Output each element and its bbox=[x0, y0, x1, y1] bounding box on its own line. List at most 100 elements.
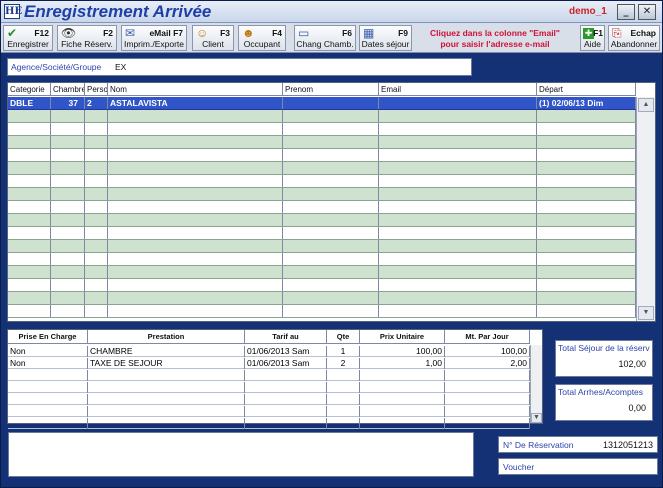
cell-tarif[interactable]: 01/06/2013 Sam bbox=[245, 346, 327, 357]
grid-cell[interactable] bbox=[379, 123, 537, 135]
table-row[interactable] bbox=[8, 123, 636, 136]
prestation-cell[interactable] bbox=[327, 406, 360, 417]
grid-cell[interactable] bbox=[85, 149, 108, 161]
prestation-cell[interactable] bbox=[327, 370, 360, 381]
agency-field[interactable]: Agence/Société/Groupe EX bbox=[7, 58, 472, 76]
grid-cell[interactable] bbox=[108, 162, 283, 174]
prestation-cell[interactable] bbox=[445, 418, 530, 429]
cell-prenom[interactable] bbox=[283, 97, 379, 109]
grid-cell[interactable] bbox=[8, 305, 51, 317]
cell-mt[interactable]: 100,00 bbox=[445, 346, 530, 357]
table-row[interactable] bbox=[8, 240, 636, 253]
chang-chamb-button[interactable]: ▭ F6 Chang Chamb. bbox=[294, 25, 356, 51]
prestation-cell[interactable] bbox=[445, 406, 530, 417]
abandonner-button[interactable]: ⎘ Echap Abandonner bbox=[608, 25, 660, 51]
grid-cell[interactable] bbox=[85, 240, 108, 252]
prestation-cell[interactable] bbox=[88, 394, 245, 405]
cell-prise[interactable]: Non bbox=[8, 346, 88, 357]
cell-prestation[interactable]: CHAMBRE bbox=[88, 346, 245, 357]
grid-cell[interactable] bbox=[8, 149, 51, 161]
prestation-cell[interactable] bbox=[360, 394, 445, 405]
grid-cell[interactable] bbox=[537, 266, 636, 278]
agency-value[interactable]: EX bbox=[115, 62, 126, 72]
prestation-row[interactable]: Non CHAMBRE 01/06/2013 Sam 1 100,00 100,… bbox=[8, 346, 530, 357]
grid-cell[interactable] bbox=[8, 110, 51, 122]
grid-cell[interactable] bbox=[85, 253, 108, 265]
grid-cell[interactable] bbox=[537, 305, 636, 317]
table-row[interactable]: DBLE 37 2 ASTALAVISTA (1) 02/06/13 Dim bbox=[8, 97, 636, 110]
table-row[interactable] bbox=[8, 292, 636, 305]
column-header-depart[interactable]: Départ bbox=[537, 83, 636, 96]
grid-cell[interactable] bbox=[537, 201, 636, 213]
grid-cell[interactable] bbox=[537, 240, 636, 252]
prestation-cell[interactable] bbox=[88, 418, 245, 429]
grid-cell[interactable] bbox=[51, 110, 85, 122]
prestations-scrollbar[interactable]: ▼ bbox=[530, 345, 542, 423]
grid-cell[interactable] bbox=[51, 253, 85, 265]
notes-textarea[interactable] bbox=[8, 432, 474, 477]
cell-nom[interactable]: ASTALAVISTA bbox=[108, 97, 283, 109]
prestation-row[interactable] bbox=[8, 418, 530, 429]
grid-scrollbar[interactable]: ▲ ▼ bbox=[636, 97, 655, 321]
grid-cell[interactable] bbox=[8, 240, 51, 252]
column-header-prenom[interactable]: Prenom bbox=[283, 83, 379, 96]
grid-cell[interactable] bbox=[108, 227, 283, 239]
cell-categorie[interactable]: DBLE bbox=[8, 97, 51, 109]
grid-cell[interactable] bbox=[8, 214, 51, 226]
prestation-cell[interactable] bbox=[245, 394, 327, 405]
minimize-button[interactable]: _ bbox=[617, 4, 635, 20]
prestation-cell[interactable] bbox=[360, 382, 445, 393]
cell-email[interactable] bbox=[379, 97, 537, 109]
grid-cell[interactable] bbox=[379, 279, 537, 291]
cell-prise[interactable]: Non bbox=[8, 358, 88, 369]
prestation-cell[interactable] bbox=[245, 406, 327, 417]
table-row[interactable] bbox=[8, 110, 636, 123]
grid-cell[interactable] bbox=[537, 149, 636, 161]
prestation-cell[interactable] bbox=[8, 406, 88, 417]
grid-cell[interactable] bbox=[537, 227, 636, 239]
grid-cell[interactable] bbox=[85, 201, 108, 213]
cell-qte[interactable]: 1 bbox=[327, 346, 360, 357]
grid-cell[interactable] bbox=[537, 253, 636, 265]
grid-cell[interactable] bbox=[283, 162, 379, 174]
grid-cell[interactable] bbox=[108, 253, 283, 265]
client-button[interactable]: ☺ F3 Client bbox=[192, 25, 234, 51]
grid-cell[interactable] bbox=[108, 266, 283, 278]
prestation-cell[interactable] bbox=[88, 370, 245, 381]
grid-cell[interactable] bbox=[537, 136, 636, 148]
grid-cell[interactable] bbox=[108, 305, 283, 317]
column-header-mt-par-jour[interactable]: Mt. Par Jour bbox=[445, 330, 530, 344]
grid-cell[interactable] bbox=[283, 123, 379, 135]
grid-cell[interactable] bbox=[537, 188, 636, 200]
grid-cell[interactable] bbox=[8, 266, 51, 278]
grid-cell[interactable] bbox=[85, 214, 108, 226]
grid-cell[interactable] bbox=[283, 188, 379, 200]
grid-cell[interactable] bbox=[8, 136, 51, 148]
prestation-cell[interactable] bbox=[360, 418, 445, 429]
prestation-row[interactable] bbox=[8, 394, 530, 405]
prestation-row[interactable] bbox=[8, 370, 530, 381]
grid-cell[interactable] bbox=[85, 292, 108, 304]
table-row[interactable] bbox=[8, 266, 636, 279]
prestation-cell[interactable] bbox=[88, 382, 245, 393]
prestation-cell[interactable] bbox=[445, 382, 530, 393]
prestation-cell[interactable] bbox=[8, 370, 88, 381]
grid-cell[interactable] bbox=[283, 214, 379, 226]
prestation-cell[interactable] bbox=[245, 382, 327, 393]
table-row[interactable] bbox=[8, 201, 636, 214]
grid-cell[interactable] bbox=[283, 136, 379, 148]
grid-cell[interactable] bbox=[379, 292, 537, 304]
grid-cell[interactable] bbox=[108, 175, 283, 187]
scroll-down-icon[interactable]: ▼ bbox=[638, 306, 654, 320]
close-button[interactable]: ✕ bbox=[638, 4, 656, 20]
aide-button[interactable]: ✚ F1 Aide bbox=[580, 25, 605, 51]
cell-perso[interactable]: 2 bbox=[85, 97, 108, 109]
prestation-cell[interactable] bbox=[445, 394, 530, 405]
grid-cell[interactable] bbox=[85, 175, 108, 187]
column-header-prestation[interactable]: Prestation bbox=[88, 330, 245, 344]
grid-cell[interactable] bbox=[85, 305, 108, 317]
grid-cell[interactable] bbox=[379, 175, 537, 187]
grid-cell[interactable] bbox=[283, 149, 379, 161]
grid-cell[interactable] bbox=[537, 214, 636, 226]
cell-mt[interactable]: 2,00 bbox=[445, 358, 530, 369]
